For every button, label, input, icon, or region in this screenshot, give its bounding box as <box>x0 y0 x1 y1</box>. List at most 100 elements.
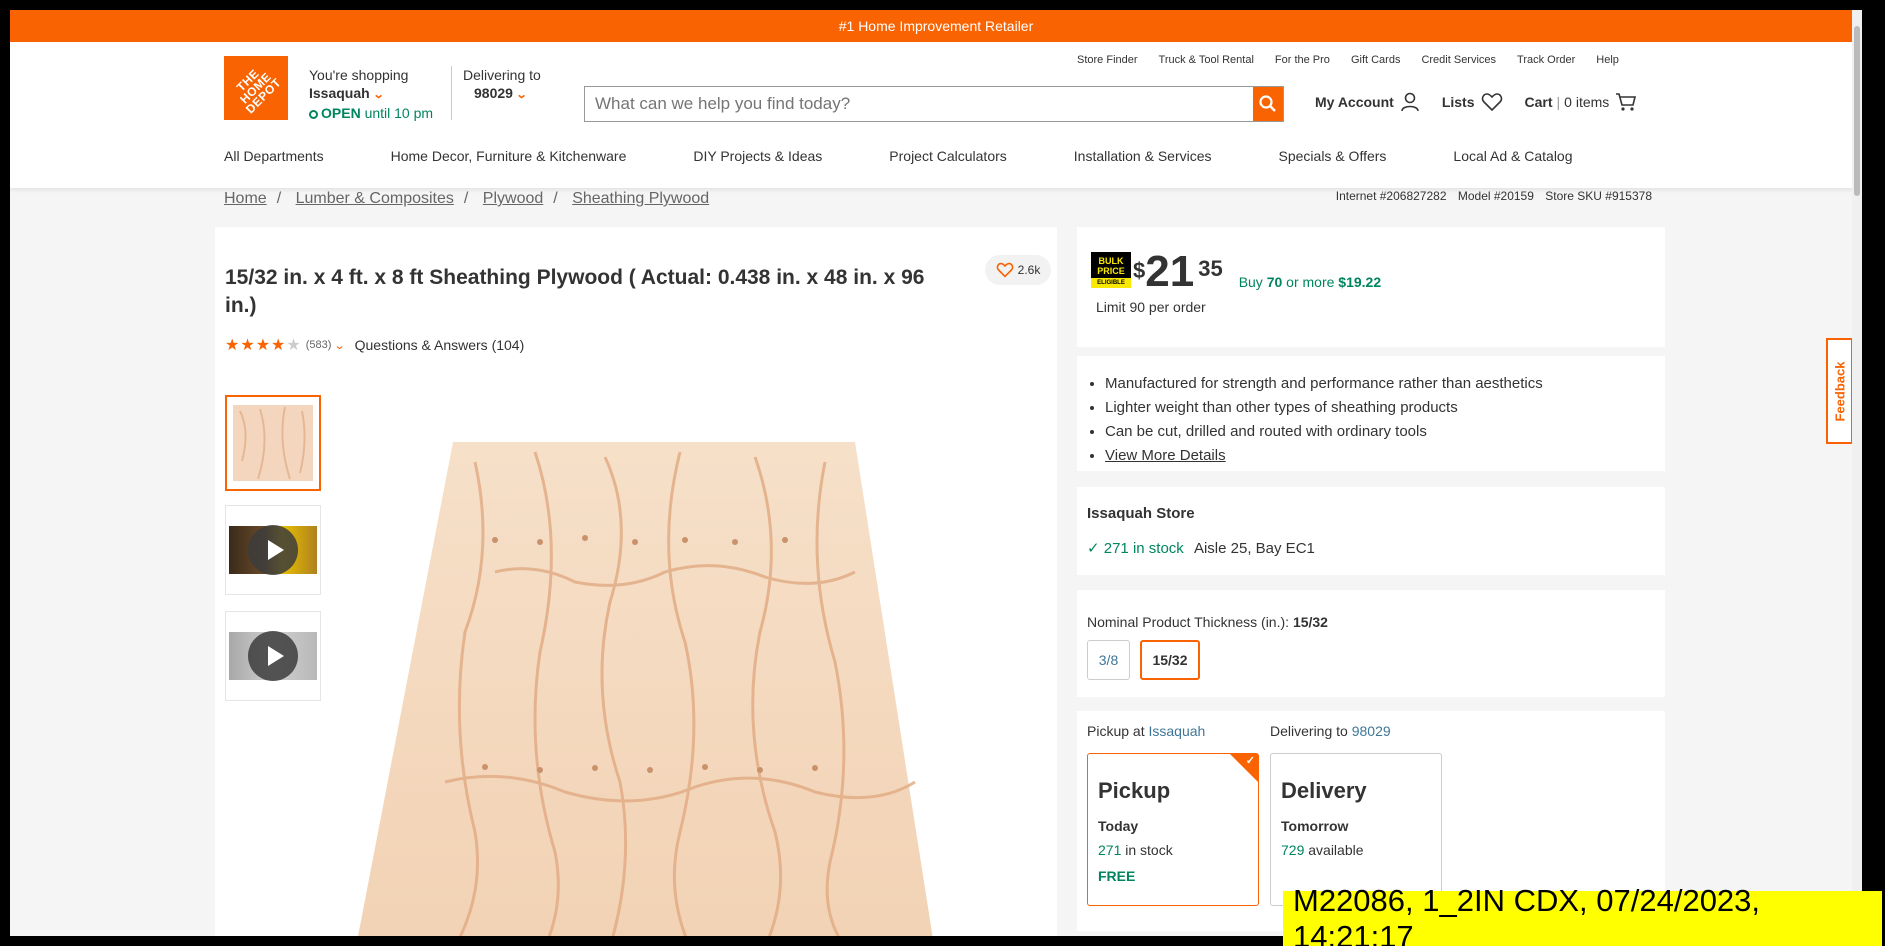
thickness-card: Nominal Product Thickness (in.): 15/32 3… <box>1077 590 1665 697</box>
stock-row: ✓ 271 in stock Aisle 25, Bay EC1 <box>1087 539 1315 557</box>
highlights-card: Manufactured for strength and performanc… <box>1077 356 1665 471</box>
util-link-for-the-pro[interactable]: For the Pro <box>1275 54 1330 66</box>
util-link-help[interactable]: Help <box>1596 54 1619 66</box>
bulk-price-offer: Buy 70 or more $19.22 <box>1238 274 1382 290</box>
price-row: BULK PRICE ELIGIBLE $ 21 35 Buy 70 or more… <box>1091 247 1382 296</box>
thumbnail-video-1[interactable] <box>225 505 321 595</box>
account-icon <box>1401 92 1419 112</box>
delivering-to-label: Delivering to 98029 <box>1270 723 1391 739</box>
breadcrumb-lumber[interactable]: Lumber & Composites <box>296 190 454 207</box>
nav-diy-projects[interactable]: DIY Projects & Ideas <box>693 148 822 164</box>
nav-installation-services[interactable]: Installation & Services <box>1074 148 1212 164</box>
chevron-down-icon[interactable]: ⌄ <box>334 339 346 352</box>
heart-icon <box>1481 93 1502 112</box>
chevron-down-icon: ⌄ <box>515 89 528 101</box>
pickup-option[interactable]: ✓ Pickup Today 271 in stock FREE <box>1087 753 1259 906</box>
util-link-track-order[interactable]: Track Order <box>1517 54 1575 66</box>
questions-answers-link[interactable]: Questions & Answers (104) <box>355 337 525 353</box>
search-input[interactable] <box>585 87 1253 121</box>
delivery-zip-link[interactable]: 98029 <box>1352 723 1391 739</box>
breadcrumb-plywood[interactable]: Plywood <box>483 190 543 207</box>
search-bar <box>584 86 1284 122</box>
page-scrollbar[interactable] <box>1852 10 1862 936</box>
price-dollars: 21 <box>1145 247 1195 296</box>
internet-number: Internet #206827282 <box>1335 189 1447 203</box>
util-link-truck-tool-rental[interactable]: Truck & Tool Rental <box>1159 54 1254 66</box>
nav-home-decor[interactable]: Home Decor, Furniture & Kitchenware <box>391 148 627 164</box>
breadcrumb: Home / Lumber & Composites / Plywood / Shea… <box>224 190 710 207</box>
highlight-item: Manufactured for strength and performanc… <box>1105 372 1543 396</box>
pickup-qty: 271 in stock <box>1098 842 1173 858</box>
page: #1 Home Improvement Retailer THE HOME DE… <box>10 10 1862 936</box>
product-ids: Internet #206827282 Model #20159 Store S… <box>1328 189 1652 203</box>
cart-link[interactable]: Cart | 0 items <box>1525 92 1638 112</box>
price-card: BULK PRICE ELIGIBLE $ 21 35 Buy 70 or more… <box>1077 227 1665 347</box>
thumbnail-image-1[interactable] <box>225 395 321 491</box>
highlight-item: Lighter weight than other types of sheat… <box>1105 396 1543 420</box>
breadcrumb-sheathing-plywood[interactable]: Sheathing Plywood <box>572 190 709 207</box>
review-count[interactable]: (583) <box>306 339 332 351</box>
home-depot-logo[interactable]: THE HOME DEPOT <box>224 56 288 120</box>
chevron-down-icon: ⌄ <box>372 89 385 101</box>
aisle-location: Aisle 25, Bay EC1 <box>1193 540 1315 557</box>
promo-text: #1 Home Improvement Retailer <box>838 18 1034 34</box>
breadcrumb-home[interactable]: Home <box>224 190 267 207</box>
delivery-zip: 98029 <box>474 85 513 101</box>
favorite-count: 2.6k <box>1017 263 1041 277</box>
search-icon <box>1259 95 1276 112</box>
main-product-image[interactable] <box>335 432 935 936</box>
nav-specials-offers[interactable]: Specials & Offers <box>1279 148 1387 164</box>
util-link-store-finder[interactable]: Store Finder <box>1077 54 1138 66</box>
pickup-at-label: Pickup at Issaquah <box>1087 723 1206 739</box>
promo-banner[interactable]: #1 Home Improvement Retailer <box>10 10 1862 42</box>
highlight-item: Can be cut, drilled and routed with ordi… <box>1105 420 1543 444</box>
feedback-tab[interactable]: Feedback <box>1826 338 1853 444</box>
store-selector[interactable]: You're shopping Issaquah ⌄ OPEN until 10 … <box>309 66 433 122</box>
header-divider <box>451 66 452 120</box>
delivery-zip-selector[interactable]: Delivering to 98029 ⌄ <box>463 66 541 104</box>
nav-all-departments[interactable]: All Departments <box>224 148 324 164</box>
plywood-thumbnail <box>233 405 313 481</box>
site-header: THE HOME DEPOT You're shopping Issaquah ⌄… <box>10 42 1862 188</box>
nav-project-calculators[interactable]: Project Calculators <box>889 148 1007 164</box>
cart-count: 0 items <box>1564 94 1610 110</box>
thickness-option-3-8[interactable]: 3/8 <box>1087 640 1130 680</box>
feedback-label: Feedback <box>1832 361 1848 421</box>
lists-link[interactable]: Lists <box>1442 92 1503 112</box>
store-name: Issaquah <box>309 85 370 101</box>
product-media-card: 15/32 in. x 4 ft. x 8 ft Sheathing Plywo… <box>215 227 1057 936</box>
rating-stars[interactable]: ★★★★★ <box>225 335 302 355</box>
timestamp-overlay: M22086, 1_2IN CDX, 07/24/2023, 14:21:17 <box>1283 883 1882 946</box>
product-title: 15/32 in. x 4 ft. x 8 ft Sheathing Plywo… <box>225 266 925 317</box>
delivery-when: Tomorrow <box>1281 818 1349 834</box>
utility-links: Store Finder Truck & Tool Rental For the… <box>1077 54 1640 66</box>
pickup-cost: FREE <box>1098 868 1136 884</box>
scrollbar-thumb[interactable] <box>1854 26 1860 196</box>
search-button[interactable] <box>1253 87 1283 121</box>
view-more-details-link[interactable]: View More Details <box>1105 447 1226 464</box>
main-nav: All Departments Home Decor, Furniture & … <box>224 148 1640 164</box>
heart-icon <box>996 262 1013 278</box>
pickup-when: Today <box>1098 818 1139 834</box>
model-number: Model #20159 <box>1457 189 1534 203</box>
util-link-credit-services[interactable]: Credit Services <box>1421 54 1496 66</box>
thumbnail-video-2[interactable] <box>225 611 321 701</box>
thickness-label: Nominal Product Thickness (in.): 15/32 <box>1087 614 1328 630</box>
util-link-gift-cards[interactable]: Gift Cards <box>1351 54 1401 66</box>
thickness-option-15-32[interactable]: 15/32 <box>1140 640 1200 680</box>
check-icon: ✓ <box>1087 540 1100 557</box>
bulk-price-badge: BULK PRICE ELIGIBLE <box>1091 252 1131 288</box>
nav-local-ad-catalog[interactable]: Local Ad & Catalog <box>1453 148 1572 164</box>
store-stock-count: 271 in stock <box>1103 540 1184 557</box>
order-limit: Limit 90 per order <box>1096 299 1206 315</box>
play-icon <box>248 631 298 681</box>
price-cents: 35 <box>1198 256 1223 281</box>
store-name-heading: Issaquah Store <box>1087 505 1195 522</box>
pickup-store-link[interactable]: Issaquah <box>1148 723 1205 739</box>
delivery-qty: 729 available <box>1281 842 1364 858</box>
rating-row: ★★★★★ (583) ⌄ Questions & Answers (104) <box>225 335 524 355</box>
cart-icon <box>1616 93 1637 111</box>
favorite-button[interactable]: 2.6k <box>985 255 1051 285</box>
my-account-link[interactable]: My Account <box>1315 92 1420 112</box>
delivery-label: Delivering to <box>463 67 541 83</box>
